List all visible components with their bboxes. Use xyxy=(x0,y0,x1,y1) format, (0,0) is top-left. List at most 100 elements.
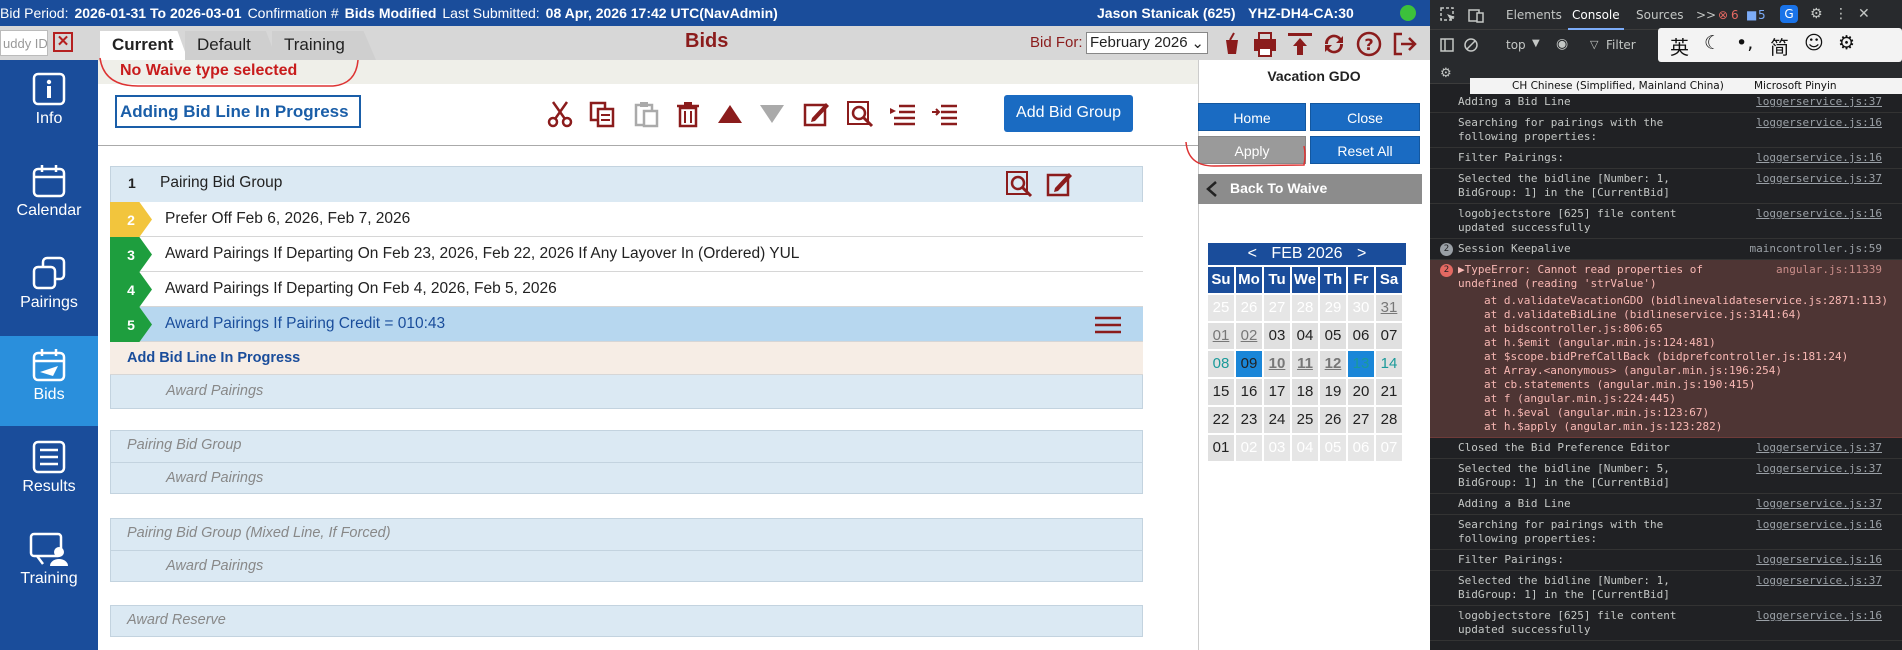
stack-frame[interactable]: at h.$eval (angular.min.js:123:67) xyxy=(1484,406,1902,420)
day-cell[interactable]: 08 xyxy=(1208,351,1234,377)
day-cell[interactable]: 28 xyxy=(1376,407,1402,433)
error-message[interactable]: ▶TypeError: Cannot read properties of un… xyxy=(1458,263,1742,291)
log-source-link[interactable]: loggerservice.js:16 xyxy=(1756,518,1882,532)
clear-bids-icon[interactable] xyxy=(1218,30,1246,58)
stack-frame[interactable]: at f (angular.min.js:224:445) xyxy=(1484,392,1902,406)
log-entry[interactable]: logobjectstore [625] file content update… xyxy=(1430,204,1902,239)
console-settings-icon[interactable]: ⚙ xyxy=(1440,66,1452,81)
day-cell[interactable]: 12 xyxy=(1320,351,1346,377)
stack-frame[interactable]: at cb.statements (angular.min.js:190:415… xyxy=(1484,378,1902,392)
day-cell[interactable]: 02 xyxy=(1236,435,1262,461)
log-entry[interactable]: 2 Session Keepalive maincontroller.js:59 xyxy=(1430,239,1902,260)
context-select[interactable]: top xyxy=(1506,38,1526,52)
day-cell[interactable]: 06 xyxy=(1348,323,1374,349)
ime-mode-icon[interactable]: 英 xyxy=(1670,33,1689,60)
log-entry[interactable]: Adding a Bid Line loggerservice.js:37 xyxy=(1430,494,1902,515)
day-cell[interactable]: 07 xyxy=(1376,323,1402,349)
stack-frame[interactable]: at d.validateBidLine (bidlineservice.js:… xyxy=(1484,308,1902,322)
day-cell[interactable]: 28 xyxy=(1292,295,1318,321)
warning-count[interactable]: 5 xyxy=(1758,8,1766,22)
log-source-link[interactable]: loggerservice.js:37 xyxy=(1756,574,1882,588)
day-cell[interactable]: 03 xyxy=(1264,323,1290,349)
bid-line[interactable]: 4 Award Pairings If Departing On Feb 4, … xyxy=(110,272,1143,307)
day-cell[interactable]: 05 xyxy=(1320,435,1346,461)
buddy-id-input[interactable]: uddy ID xyxy=(0,30,48,56)
group-title[interactable]: Pairing Bid Group xyxy=(127,437,241,453)
award-pairings-label[interactable]: Award Pairings xyxy=(166,470,263,486)
day-cell[interactable]: 01 xyxy=(1208,435,1234,461)
log-entry[interactable]: Filter Pairings: loggerservice.js:16 xyxy=(1430,550,1902,571)
tab-sources[interactable]: Sources xyxy=(1636,8,1683,22)
log-source-link[interactable]: loggerservice.js:37 xyxy=(1756,95,1882,109)
clear-console-icon[interactable] xyxy=(1464,38,1478,52)
sidebar-item-bids[interactable]: Bids xyxy=(0,336,98,426)
log-entry[interactable]: Closed the Bid Preference Editor loggerse… xyxy=(1430,438,1902,459)
more-tabs-button[interactable]: >> xyxy=(1696,8,1716,22)
settings-icon[interactable]: ⚙ xyxy=(1810,6,1823,22)
day-cell[interactable]: 04 xyxy=(1292,323,1318,349)
preview-icon[interactable] xyxy=(846,100,874,128)
day-cell-selected[interactable]: 13 xyxy=(1348,351,1374,377)
day-cell[interactable]: 25 xyxy=(1208,295,1234,321)
next-month-button[interactable]: > xyxy=(1357,245,1366,262)
log-source-link[interactable]: loggerservice.js:37 xyxy=(1756,441,1882,455)
close-button[interactable]: Close xyxy=(1310,103,1420,131)
move-up-icon[interactable] xyxy=(716,100,744,128)
day-cell[interactable]: 05 xyxy=(1320,323,1346,349)
day-cell[interactable]: 14 xyxy=(1376,351,1402,377)
day-cell[interactable]: 02 xyxy=(1236,323,1262,349)
log-entry[interactable]: Searching for pairings with the followin… xyxy=(1430,113,1902,148)
logout-icon[interactable] xyxy=(1390,30,1418,58)
day-cell[interactable]: 16 xyxy=(1236,379,1262,405)
log-source-link[interactable]: loggerservice.js:37 xyxy=(1756,497,1882,511)
day-cell[interactable]: 30 xyxy=(1348,295,1374,321)
sidebar-item-calendar[interactable]: Calendar xyxy=(0,152,98,242)
simplified-icon[interactable]: 简 xyxy=(1770,33,1789,60)
indent-icon[interactable] xyxy=(888,100,916,128)
log-entry[interactable]: logobjectstore [625] file content update… xyxy=(1430,606,1902,641)
eye-icon[interactable]: ◉ xyxy=(1556,36,1568,52)
print-icon[interactable] xyxy=(1251,30,1279,58)
log-source-link[interactable]: loggerservice.js:37 xyxy=(1756,462,1882,476)
day-cell[interactable]: 31 xyxy=(1376,295,1402,321)
prev-month-button[interactable]: < xyxy=(1248,245,1257,262)
line-menu-icon[interactable] xyxy=(1095,315,1121,335)
log-source-link[interactable]: maincontroller.js:59 xyxy=(1750,242,1882,256)
day-cell[interactable]: 21 xyxy=(1376,379,1402,405)
reset-all-button[interactable]: Reset All xyxy=(1310,136,1420,164)
stack-frame[interactable]: at bidscontroller.js:806:65 xyxy=(1484,322,1902,336)
day-cell[interactable]: 26 xyxy=(1236,295,1262,321)
device-toggle-icon[interactable] xyxy=(1468,7,1484,23)
log-source-link[interactable]: loggerservice.js:16 xyxy=(1756,116,1882,130)
day-cell[interactable]: 11 xyxy=(1292,351,1318,377)
help-icon[interactable]: ? xyxy=(1355,30,1383,58)
day-cell[interactable]: 25 xyxy=(1292,407,1318,433)
bid-month-select[interactable]: February 2026 ⌄ xyxy=(1086,32,1208,54)
log-source-link[interactable]: loggerservice.js:16 xyxy=(1756,609,1882,623)
sidebar-item-pairings[interactable]: Pairings xyxy=(0,244,98,334)
day-cell[interactable]: 29 xyxy=(1320,295,1346,321)
log-source-link[interactable]: loggerservice.js:16 xyxy=(1756,207,1882,221)
cut-icon[interactable] xyxy=(546,100,574,128)
tab-elements[interactable]: Elements xyxy=(1506,8,1562,22)
day-cell[interactable]: 01 xyxy=(1208,323,1234,349)
sidebar-toggle-icon[interactable] xyxy=(1440,38,1454,52)
log-source-link[interactable]: loggerservice.js:16 xyxy=(1756,151,1882,165)
delete-icon[interactable] xyxy=(674,100,702,128)
award-pairings-label[interactable]: Award Pairings xyxy=(166,558,263,574)
more-options-icon[interactable]: ⋮ xyxy=(1834,6,1848,22)
group-title[interactable]: Pairing Bid Group (Mixed Line, If Forced… xyxy=(127,525,391,541)
day-cell[interactable]: 19 xyxy=(1320,379,1346,405)
filter-input[interactable]: Filter xyxy=(1606,38,1636,52)
tab-console[interactable]: Console xyxy=(1568,8,1624,30)
log-entry[interactable]: Selected the bidline [Number: 1, BidGrou… xyxy=(1430,571,1902,606)
day-cell[interactable]: 06 xyxy=(1348,435,1374,461)
bid-line-selected[interactable]: 5 Award Pairings If Pairing Credit = 010… xyxy=(110,307,1143,342)
day-cell[interactable]: 27 xyxy=(1348,407,1374,433)
bid-line[interactable]: 2 Prefer Off Feb 6, 2026, Feb 7, 2026 xyxy=(110,202,1143,237)
log-entry[interactable]: Selected the bidline [Number: 1, BidGrou… xyxy=(1430,169,1902,204)
day-cell[interactable]: 26 xyxy=(1320,407,1346,433)
day-cell[interactable]: 20 xyxy=(1348,379,1374,405)
stack-frame[interactable]: at h.$apply (angular.min.js:123:282) xyxy=(1484,420,1902,434)
day-cell[interactable]: 27 xyxy=(1264,295,1290,321)
